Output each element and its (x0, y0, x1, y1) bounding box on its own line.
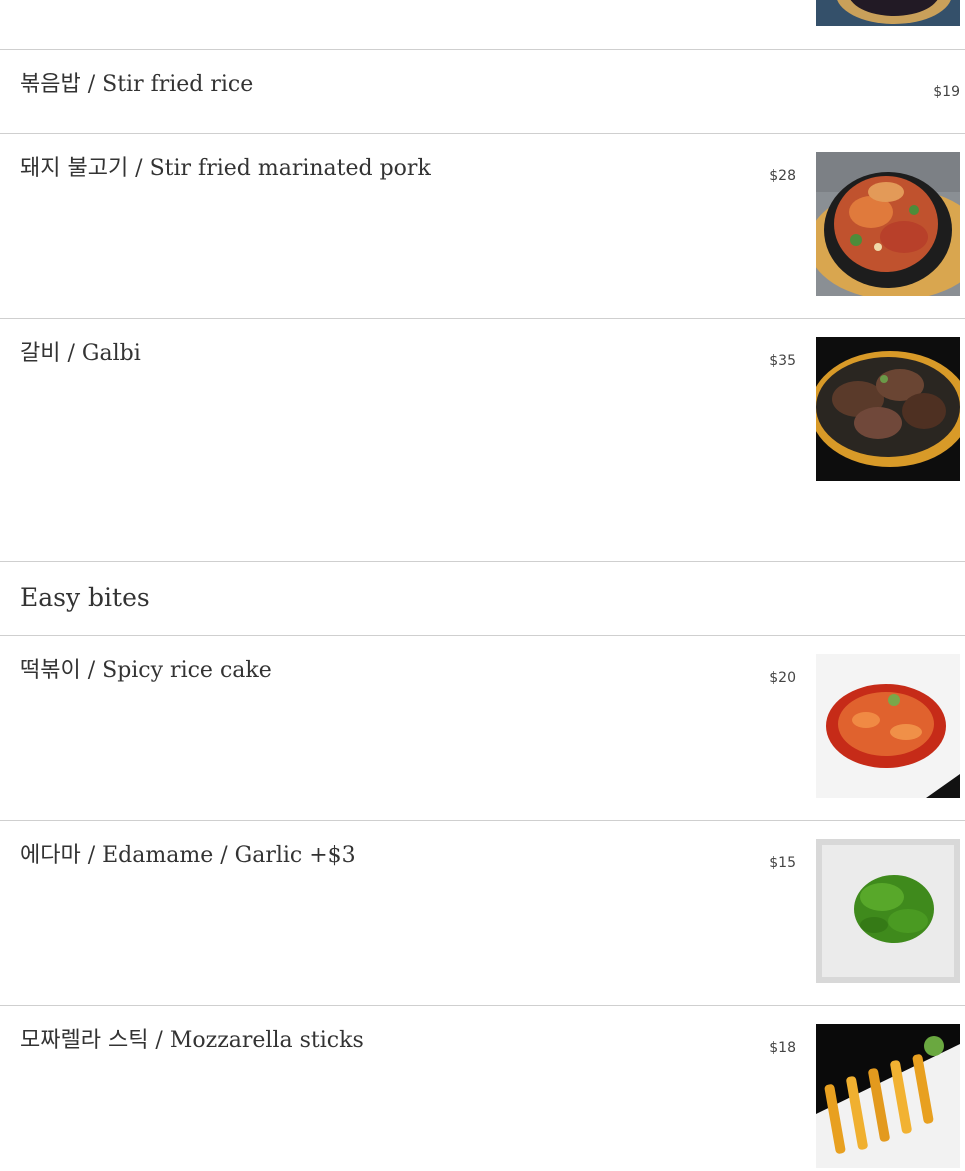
item-price: $15 (769, 855, 796, 871)
item-title: 볶음밥 / Stir fried rice (20, 72, 254, 97)
dish-photo (816, 337, 960, 481)
dish-photo (816, 654, 960, 798)
dish-photo (816, 839, 960, 983)
item-title: 에다마 / Edamame / Garlic +$3 (20, 843, 356, 868)
dish-photo (816, 152, 960, 296)
item-title: 갈비 / Galbi (20, 341, 141, 366)
item-title: 모짜렐라 스틱 / Mozzarella sticks (20, 1028, 364, 1053)
divider (0, 133, 965, 134)
item-price: $19 (933, 84, 960, 100)
item-price: $18 (769, 1040, 796, 1056)
divider (0, 318, 965, 319)
dish-photo-previous (816, 0, 960, 26)
item-price: $20 (769, 670, 796, 686)
divider (0, 635, 965, 636)
section-title: Easy bites (20, 583, 150, 612)
divider (0, 561, 965, 562)
item-title: 돼지 불고기 / Stir fried marinated pork (20, 156, 431, 181)
item-price: $28 (769, 168, 796, 184)
item-title: 떡볶이 / Spicy rice cake (20, 658, 272, 683)
divider (0, 49, 965, 50)
dish-photo (816, 1024, 960, 1168)
divider (0, 820, 965, 821)
divider (0, 1005, 965, 1006)
item-price: $35 (769, 353, 796, 369)
